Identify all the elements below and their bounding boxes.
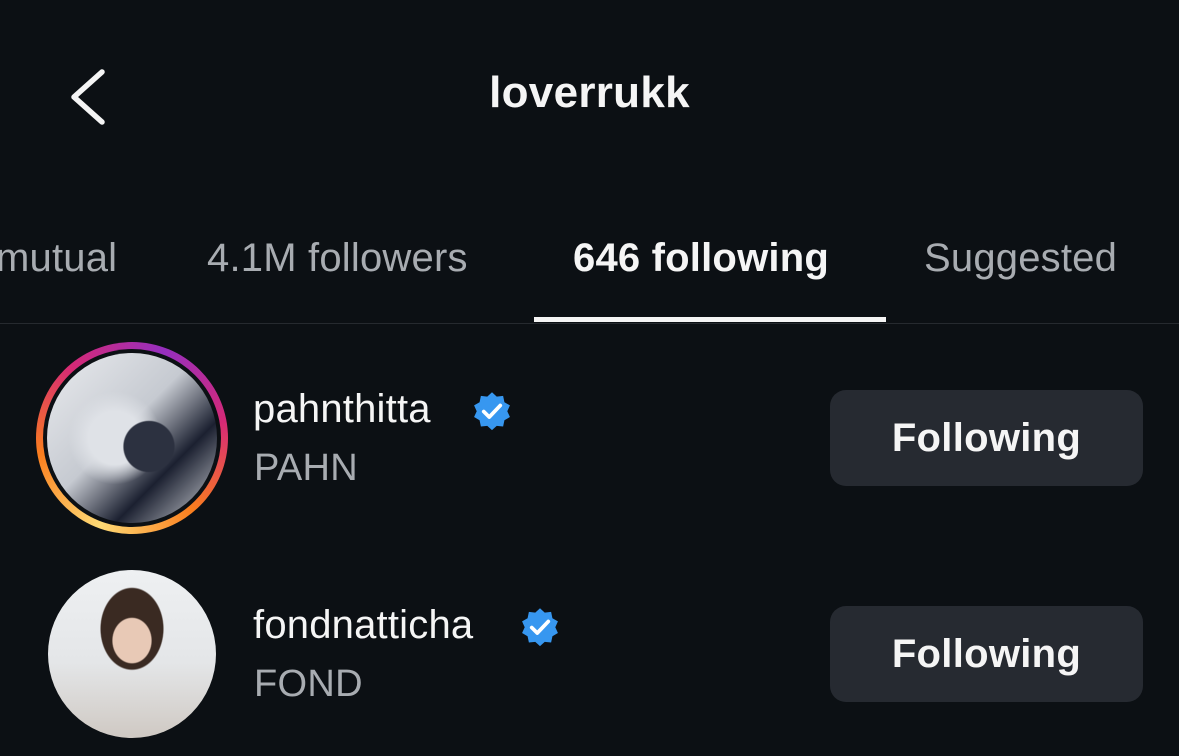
full-name: FOND bbox=[254, 663, 363, 705]
avatar[interactable] bbox=[47, 353, 217, 523]
username[interactable]: pahnthitta bbox=[253, 387, 431, 432]
avatar[interactable] bbox=[48, 570, 216, 738]
active-tab-indicator bbox=[534, 317, 886, 322]
tab-suggested[interactable]: Suggested bbox=[924, 236, 1117, 281]
list-item: fondnatticha FOND Following bbox=[0, 539, 1179, 755]
list-item: pahnthitta PAHN Following bbox=[0, 323, 1179, 539]
verified-badge-icon bbox=[522, 608, 558, 647]
username[interactable]: fondnatticha bbox=[253, 603, 473, 648]
tab-mutual[interactable]: mutual bbox=[0, 236, 117, 281]
tab-followers[interactable]: 4.1M followers bbox=[207, 236, 468, 281]
full-name: PAHN bbox=[254, 447, 358, 489]
following-button[interactable]: Following bbox=[830, 390, 1143, 486]
tab-bar: mutual 4.1M followers 646 following Sugg… bbox=[0, 190, 1179, 324]
page-title: loverrukk bbox=[489, 68, 690, 117]
following-button[interactable]: Following bbox=[830, 606, 1143, 702]
tab-following[interactable]: 646 following bbox=[573, 236, 829, 281]
verified-badge-icon bbox=[474, 392, 510, 431]
top-bar: loverrukk bbox=[0, 0, 1179, 190]
